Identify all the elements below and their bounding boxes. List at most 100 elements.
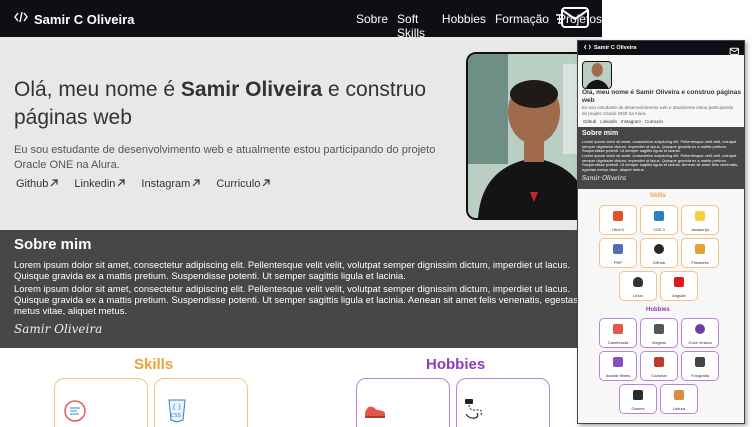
nav-link-sobre[interactable]: Sobre bbox=[356, 12, 388, 40]
running-shoe-icon bbox=[613, 324, 623, 334]
hero-title-intro: Olá, meu nome é bbox=[14, 78, 181, 101]
skills-heading: Skills bbox=[134, 356, 174, 373]
book-icon bbox=[674, 390, 684, 400]
mobile-skill-card[interactable]: Javascript bbox=[681, 205, 719, 235]
mobile-skill-card[interactable]: Fireworks bbox=[681, 238, 719, 268]
fireworks-icon bbox=[695, 244, 705, 254]
hobby-label: Ouvir música bbox=[688, 340, 712, 345]
mobile-brand[interactable]: Samir C Oliveira bbox=[583, 44, 637, 52]
skill-label: Fireworks bbox=[691, 260, 709, 265]
mobile-about-paragraph-2: Lorem ipsum dolor sit amet, consectetur … bbox=[582, 153, 739, 172]
mobile-hobby-card[interactable]: Fotografia bbox=[681, 351, 719, 381]
hobby-label: Assistir filmes bbox=[605, 373, 631, 378]
about-section: Sobre mim Lorem ipsum dolor sit amet, co… bbox=[0, 230, 602, 348]
arrow-up-right-icon bbox=[117, 178, 126, 190]
brand[interactable]: Samir C Oliveira bbox=[14, 10, 134, 28]
hobby-card-caminhada[interactable] bbox=[356, 378, 450, 427]
mobile-skill-card[interactable]: Angular bbox=[660, 271, 698, 301]
camera-icon bbox=[695, 357, 705, 367]
hobby-label: Caminhada bbox=[607, 340, 629, 345]
mobile-hobby-card[interactable]: Ouvir música bbox=[681, 318, 719, 348]
hobby-label: Leitura bbox=[672, 406, 686, 411]
skills-hobbies-section: Skills Hobbies { } CSS bbox=[0, 348, 602, 427]
desktop-page: Samir C Oliveira Sobre Soft Skills Hobbi… bbox=[0, 0, 602, 427]
hobbies-heading: Hobbies bbox=[426, 356, 486, 373]
code-logo-icon bbox=[583, 44, 592, 52]
javascript-icon bbox=[695, 211, 705, 221]
html-icon bbox=[63, 399, 87, 427]
nav-link-formacao[interactable]: Formação bbox=[495, 12, 549, 40]
mobile-brand-name: Samir C Oliveira bbox=[594, 45, 637, 51]
code-logo-icon bbox=[14, 10, 28, 28]
headphones-icon bbox=[695, 324, 705, 334]
skill-card-css[interactable]: { } CSS bbox=[154, 378, 248, 427]
mobile-hobby-card[interactable]: Caminhada bbox=[599, 318, 637, 348]
nav-link-soft-skills[interactable]: Soft Skills bbox=[397, 12, 433, 40]
github-icon bbox=[654, 244, 664, 254]
mobile-hobbies-heading: Hobbies bbox=[646, 307, 670, 313]
about-paragraph-1: Lorem ipsum dolor sit amet, consectetur … bbox=[14, 260, 571, 282]
skill-label: PHP bbox=[613, 260, 623, 265]
curriculo-link[interactable]: Curriculo bbox=[216, 178, 270, 190]
about-heading: Sobre mim bbox=[14, 236, 92, 253]
github-link-label: Github bbox=[16, 178, 49, 190]
mobile-skills-heading: Skills bbox=[650, 193, 666, 199]
mobile-linkedin-link[interactable]: Linkedin bbox=[600, 119, 617, 124]
hobby-label: Fotografia bbox=[690, 373, 709, 378]
mobile-navbar: Samir C Oliveira bbox=[578, 41, 744, 55]
mobile-hero-description: Eu sou estudante de desenvolvimento web … bbox=[582, 105, 734, 116]
instagram-link[interactable]: Instagram bbox=[141, 178, 200, 190]
skill-card-html[interactable] bbox=[54, 378, 148, 427]
mobile-skill-card[interactable]: Html 5 bbox=[599, 205, 637, 235]
mobile-skill-card[interactable]: GitHub bbox=[640, 238, 678, 268]
mobile-github-link[interactable]: Github bbox=[583, 119, 596, 124]
mail-icon[interactable] bbox=[556, 4, 592, 37]
html-icon bbox=[613, 211, 623, 221]
nav-link-hobbies[interactable]: Hobbies bbox=[442, 12, 486, 40]
php-icon bbox=[613, 244, 623, 254]
mail-icon[interactable] bbox=[728, 43, 740, 61]
brand-name: Samir C Oliveira bbox=[34, 11, 135, 27]
mobile-skill-card[interactable]: CSS 3 bbox=[640, 205, 678, 235]
mobile-instagram-link[interactable]: Instagram bbox=[621, 119, 641, 124]
mobile-skill-card[interactable]: PHP bbox=[599, 238, 637, 268]
css-icon bbox=[654, 211, 664, 221]
mobile-hero-title: Olá, meu nome é Samir Oliveira e constru… bbox=[582, 89, 741, 104]
skill-label: Angular bbox=[672, 293, 686, 298]
instagram-link-label: Instagram bbox=[141, 178, 191, 190]
linux-icon bbox=[633, 277, 643, 287]
mobile-about-section: Sobre mim Lorem ipsum dolor sit amet, co… bbox=[578, 127, 744, 189]
mobile-hobby-card[interactable]: Leitura bbox=[660, 384, 698, 414]
skill-label: Html 5 bbox=[612, 227, 624, 232]
navbar: Samir C Oliveira Sobre Soft Skills Hobbi… bbox=[0, 0, 602, 40]
hobby-label: Viagens bbox=[651, 340, 667, 345]
mobile-skill-card[interactable]: Linux bbox=[619, 271, 657, 301]
mobile-preview: Samir C Oliveira Olá, meu nome é Samir O… bbox=[577, 40, 745, 424]
mobile-hero-links: Github Linkedin Instagram Curriculo bbox=[583, 119, 663, 124]
hobby-card-viagens[interactable] bbox=[456, 378, 550, 427]
signature: Samir Oliveira bbox=[14, 322, 103, 336]
about-paragraph-2: Lorem ipsum dolor sit amet, consectetur … bbox=[14, 284, 578, 317]
hobby-label: Games bbox=[631, 406, 645, 411]
hero-links: Github Linkedin Instagram Curriculo bbox=[16, 178, 270, 190]
gamepad-icon bbox=[633, 390, 643, 400]
mobile-hobby-card[interactable]: Viagens bbox=[640, 318, 678, 348]
mobile-profile-photo bbox=[582, 61, 612, 89]
hobby-label: Cozinhar bbox=[650, 373, 667, 378]
mobile-hobby-card[interactable]: Cozinhar bbox=[640, 351, 678, 381]
mobile-hobby-card[interactable]: Assistir filmes bbox=[599, 351, 637, 381]
mobile-hobby-card[interactable]: Games bbox=[619, 384, 657, 414]
linkedin-link-label: Linkedin bbox=[74, 178, 116, 190]
mobile-curriculo-link[interactable]: Curriculo bbox=[645, 119, 663, 124]
mobile-about-heading: Sobre mim bbox=[582, 130, 619, 137]
map-icon bbox=[463, 397, 487, 426]
film-icon bbox=[613, 357, 623, 367]
cooking-icon bbox=[654, 357, 664, 367]
skill-label: Javascript bbox=[690, 227, 709, 232]
mobile-about-paragraph-1: Lorem ipsum dolor sit amet, consectetur … bbox=[582, 139, 737, 154]
angular-icon bbox=[674, 277, 684, 287]
linkedin-link[interactable]: Linkedin bbox=[74, 178, 126, 190]
github-link[interactable]: Github bbox=[16, 178, 59, 190]
arrow-up-right-icon bbox=[262, 178, 270, 190]
mobile-signature: Samir Oliveira bbox=[582, 175, 627, 182]
